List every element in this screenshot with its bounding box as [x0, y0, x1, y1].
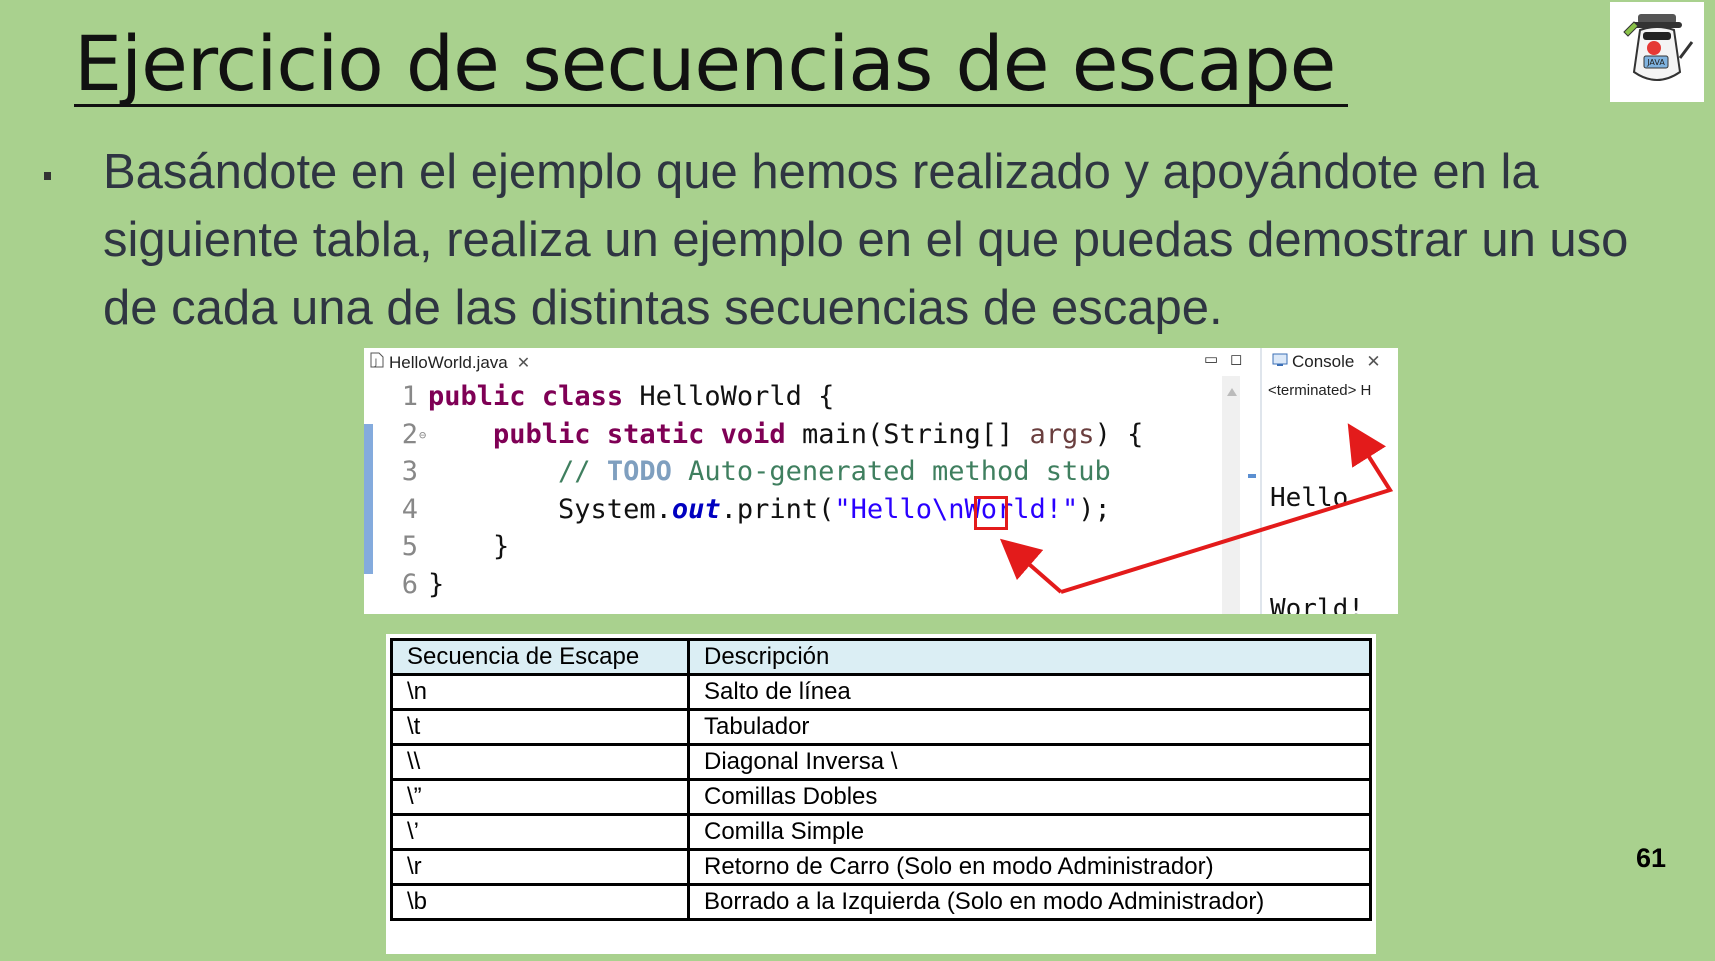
description-cell: Salto de línea: [687, 673, 1372, 711]
table-row: \\ Diagonal Inversa \: [390, 743, 1372, 781]
escape-sequence-cell: \”: [390, 778, 690, 816]
page-number: 61: [1636, 843, 1667, 873]
description-cell: Borrado a la Izquierda (Solo en modo Adm…: [687, 883, 1372, 921]
column-header: Descripción: [687, 638, 1372, 676]
arrow-to-output: [1060, 423, 1394, 594]
description-cell: Diagonal Inversa \: [687, 743, 1372, 781]
escape-sequence-cell: \t: [390, 708, 690, 746]
table-row: \’ Comilla Simple: [390, 813, 1372, 851]
table-row: \t Tabulador: [390, 708, 1372, 746]
description-cell: Comillas Dobles: [687, 778, 1372, 816]
svg-text:JAVA: JAVA: [1646, 58, 1665, 67]
title-underline: [74, 104, 1348, 107]
bullet-marker: [44, 172, 51, 180]
escape-sequence-cell: \\: [390, 743, 690, 781]
escape-sequence-cell: \’: [390, 813, 690, 851]
table-row: \” Comillas Dobles: [390, 778, 1372, 816]
description-cell: Tabulador: [687, 708, 1372, 746]
table-row: \r Retorno de Carro (Solo en modo Adminis…: [390, 848, 1372, 886]
description-cell: Comilla Simple: [687, 813, 1372, 851]
escape-sequence-cell: \n: [390, 673, 690, 711]
table-row: \b Borrado a la Izquierda (Solo en modo A…: [390, 883, 1372, 921]
escape-sequence-cell: \b: [390, 883, 690, 921]
table-row: \n Salto de línea: [390, 673, 1372, 711]
description-cell: Retorno de Carro (Solo en modo Administr…: [687, 848, 1372, 886]
slide-title: Ejercicio de secuencias de escape: [74, 19, 1336, 108]
arrow-to-escape: [999, 538, 1063, 594]
instruction-text: Basándote en el ejemplo que hemos realiz…: [103, 145, 1629, 335]
java-duke-logo-icon: JAVA: [1610, 2, 1704, 102]
table-header-row: Secuencia de Escape Descripción: [390, 638, 1372, 676]
column-header: Secuencia de Escape: [390, 638, 690, 676]
escape-sequence-cell: \r: [390, 848, 690, 886]
escape-sequence-table: Secuencia de Escape Descripción \n Salto …: [390, 638, 1372, 921]
eclipse-ide-screenshot: J HelloWorld.java ✕ ▭ ◻ 1 public class He…: [364, 348, 1398, 614]
annotation-arrows: [999, 423, 1394, 594]
